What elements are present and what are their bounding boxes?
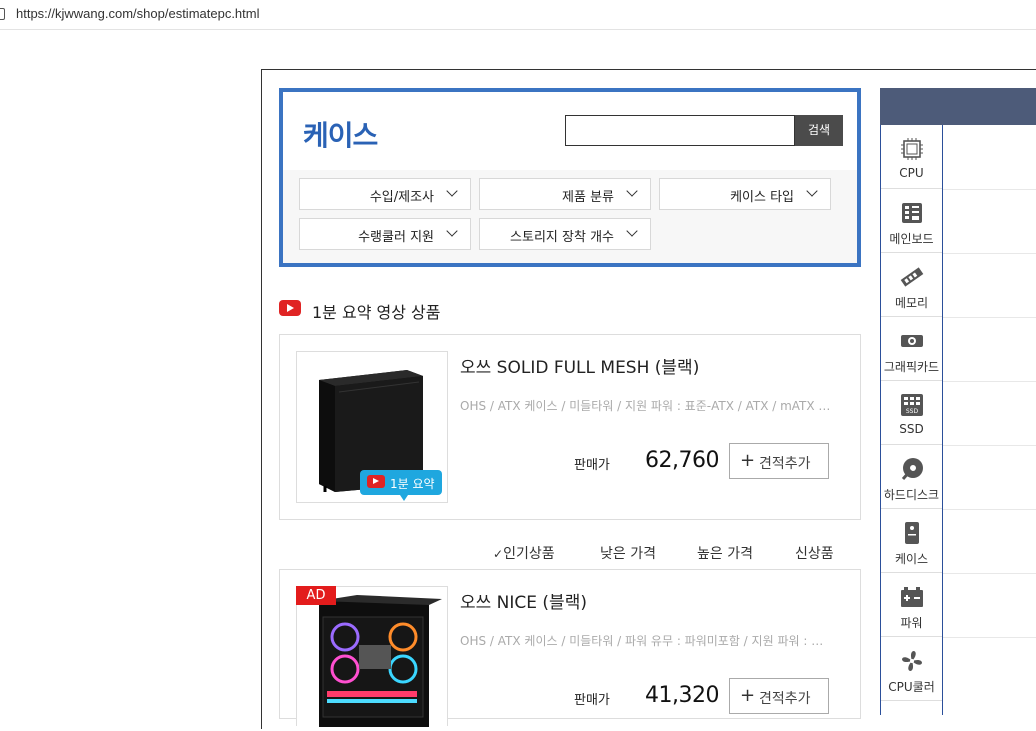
svg-text:SSD: SSD (906, 408, 919, 415)
chevron-down-icon (806, 185, 818, 197)
fan-icon (902, 651, 922, 671)
check-icon: ✓ (493, 547, 504, 561)
price-label: 판매가 (574, 458, 610, 473)
sidebar-item-ssd[interactable]: SSD SSD (881, 381, 942, 445)
chevron-down-icon (446, 225, 458, 237)
sidebar-item-power[interactable]: 파워 (881, 573, 942, 637)
pc-case-image (319, 595, 442, 727)
filter-water-cooler[interactable]: 수랭쿨러 지원 (299, 218, 471, 250)
category-title: 케이스 (303, 119, 378, 152)
sidebar-item-graphics-card[interactable]: 그래픽카드 (881, 317, 942, 381)
url-text[interactable]: https://kjwwang.com/shop/estimatepc.html (16, 6, 260, 21)
filter-case-type[interactable]: 케이스 타입 (659, 178, 831, 210)
address-bar[interactable]: https://kjwwang.com/shop/estimatepc.html (0, 0, 1036, 30)
part-category-sidebar: CPU 메인보드 메모리 그래픽카드 SSD SSD 하드디스크 케이스 파워 … (880, 125, 943, 715)
product-price: 62,760 (645, 448, 719, 473)
case-icon (905, 522, 919, 544)
filter-product-category[interactable]: 제품 분류 (479, 178, 651, 210)
sidebar-item-label: 파워 (900, 616, 923, 630)
sidebar-item-label: 그래픽카드 (883, 360, 940, 374)
video-summary-badge[interactable]: 1분 요약 (360, 470, 442, 501)
add-to-estimate-button[interactable]: + 견적추가 (729, 678, 829, 714)
search-input[interactable] (565, 115, 795, 146)
sidebar-item-label: 메모리 (894, 296, 929, 310)
category-search-panel: 케이스 검색 수입/제조사 제품 분류 케이스 타입 수랭쿨러 지원 스토리지 … (279, 88, 861, 267)
product-price: 41,320 (645, 683, 719, 708)
add-to-estimate-button[interactable]: + 견적추가 (729, 443, 829, 479)
lock-icon (0, 8, 5, 20)
button-label: 견적추가 (759, 691, 811, 707)
plus-icon: + (740, 450, 756, 471)
ssd-icon: SSD (901, 394, 923, 416)
plus-icon: + (740, 685, 756, 706)
filter-label: 제품 분류 (562, 190, 614, 205)
badge-label: 1분 요약 (390, 477, 435, 491)
sidebar-item-label: SSD (899, 422, 924, 436)
youtube-icon (367, 475, 385, 488)
sort-low-price[interactable]: 낮은 가격 (600, 543, 656, 563)
hard-disk-icon (901, 458, 923, 480)
sidebar-item-label: 케이스 (894, 552, 929, 566)
product-specs: OHS / ATX 케이스 / 미들타워 / 파워 유무 : 파워미포함 / 지… (460, 634, 832, 648)
sidebar-item-cpu-cooler[interactable]: CPU쿨러 (881, 637, 942, 701)
filter-label: 수입/제조사 (369, 190, 434, 205)
filter-manufacturer[interactable]: 수입/제조사 (299, 178, 471, 210)
sidebar-item-mainboard[interactable]: 메인보드 (881, 189, 942, 253)
sidebar-item-hard-disk[interactable]: 하드디스크 (881, 445, 942, 509)
estimate-list-area (943, 125, 1036, 715)
filter-label: 스토리지 장착 개수 (510, 230, 614, 245)
sort-label: 인기상품 (503, 546, 555, 562)
button-label: 견적추가 (759, 456, 811, 472)
power-supply-icon (901, 587, 923, 607)
product-name[interactable]: 오쓰 SOLID FULL MESH (블랙) (460, 353, 699, 378)
sort-high-price[interactable]: 높은 가격 (697, 543, 753, 563)
sidebar-item-label: 하드디스크 (883, 488, 940, 502)
chevron-down-icon (446, 185, 458, 197)
price-label: 판매가 (574, 693, 610, 708)
sidebar-item-cpu[interactable]: CPU (881, 125, 942, 189)
product-card[interactable]: AD 오쓰 NICE (블랙) OHS / ATX 케이스 / 미들타워 / 파… (279, 569, 861, 727)
sort-newest[interactable]: 신상품 (795, 543, 834, 563)
section-title-text: 1분 요약 영상 상품 (312, 303, 441, 322)
sidebar-item-case[interactable]: 케이스 (881, 509, 942, 573)
memory-icon (900, 267, 924, 287)
panel-header: 케이스 검색 (283, 92, 857, 170)
ad-badge: AD (296, 586, 336, 605)
filter-storage-count[interactable]: 스토리지 장착 개수 (479, 218, 651, 250)
cpu-icon (901, 138, 923, 160)
sidebar-item-label: CPU쿨러 (888, 680, 935, 694)
youtube-icon (279, 300, 301, 316)
product-image[interactable] (296, 586, 448, 727)
filter-label: 수랭쿨러 지원 (358, 230, 434, 245)
filter-label: 케이스 타입 (730, 190, 794, 205)
estimate-panel-header (880, 88, 1036, 125)
sidebar-item-memory[interactable]: 메모리 (881, 253, 942, 317)
search-button[interactable]: 검색 (795, 115, 843, 146)
graphics-card-icon (901, 335, 923, 347)
mainboard-icon (902, 203, 922, 223)
product-name[interactable]: 오쓰 NICE (블랙) (460, 588, 587, 613)
featured-product-card[interactable]: 1분 요약 오쓰 SOLID FULL MESH (블랙) OHS / ATX … (279, 334, 861, 520)
chevron-down-icon (626, 185, 638, 197)
sidebar-item-label: 메인보드 (889, 232, 934, 246)
sidebar-item-label: CPU (899, 166, 924, 180)
sort-popular[interactable]: ✓인기상품 (493, 543, 555, 563)
chevron-down-icon (626, 225, 638, 237)
product-specs: OHS / ATX 케이스 / 미들타워 / 지원 파워 : 표준-ATX / … (460, 399, 832, 413)
product-image[interactable]: 1분 요약 (296, 351, 448, 503)
